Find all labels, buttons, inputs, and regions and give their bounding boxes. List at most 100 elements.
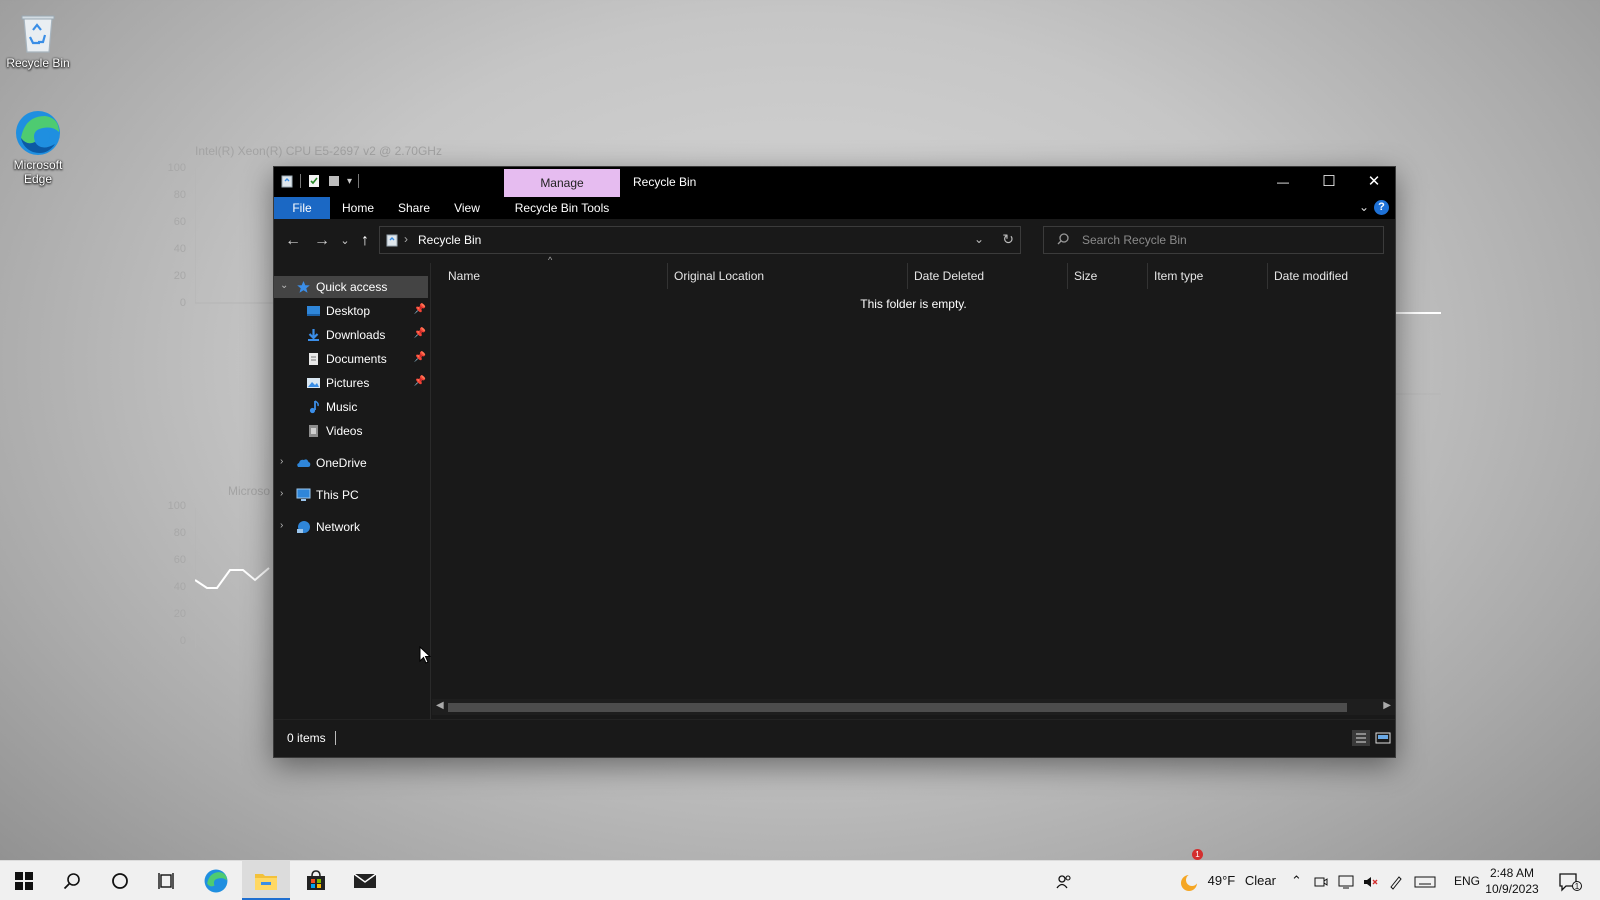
empty-folder-message: This folder is empty. — [860, 297, 967, 311]
collapse-chevron-icon[interactable]: ⌄ — [280, 280, 288, 291]
notification-center-button[interactable]: 1 — [1558, 861, 1582, 900]
address-dropdown-icon[interactable]: ⌄ — [974, 232, 984, 246]
address-bar[interactable]: › Recycle Bin ⌄ ↻ — [379, 226, 1021, 254]
status-divider — [335, 731, 336, 745]
edge-icon — [16, 111, 60, 155]
close-button[interactable]: ✕ — [1351, 167, 1397, 197]
refresh-icon[interactable]: ↻ — [1002, 231, 1014, 248]
bg-axis-tick: 40 — [173, 243, 186, 255]
horizontal-scrollbar[interactable]: ◀ ▶ — [432, 699, 1395, 715]
nav-onedrive[interactable]: › OneDrive — [274, 452, 428, 474]
file-list[interactable]: Name ^ Original Location Date Deleted Si… — [432, 255, 1395, 719]
expand-ribbon-icon[interactable]: ⌄ — [1359, 200, 1369, 214]
recycle-bin-small-icon — [281, 175, 293, 188]
window-title: Recycle Bin — [633, 175, 697, 189]
large-icons-view-icon[interactable] — [1374, 730, 1392, 746]
documents-folder-icon — [309, 353, 318, 365]
input-language[interactable]: ENG — [1454, 861, 1480, 900]
desktop-icon-edge[interactable]: Microsoft Edge — [0, 108, 76, 186]
nav-quick-access[interactable]: ⌄ Quick access — [274, 276, 428, 298]
tab-share[interactable]: Share — [389, 197, 439, 219]
tab-file[interactable]: File — [274, 197, 330, 219]
search-icon — [1057, 233, 1069, 245]
weather-widget[interactable]: 1 49°F Clear — [1178, 849, 1276, 900]
new-folder-icon[interactable] — [327, 174, 341, 188]
tab-recycle-bin-tools[interactable]: Recycle Bin Tools — [504, 197, 620, 219]
meet-now-icon[interactable] — [1313, 874, 1329, 890]
network-status-icon[interactable] — [1337, 874, 1355, 890]
nav-label: OneDrive — [316, 456, 367, 470]
people-button[interactable] — [1055, 861, 1073, 900]
column-header-name[interactable]: Name — [442, 263, 668, 289]
bg-axis-tick: 20 — [173, 608, 186, 620]
tray-icons — [1313, 861, 1436, 900]
taskbar-store[interactable] — [292, 861, 340, 900]
desktop-folder-icon — [307, 306, 320, 316]
column-header-item-type[interactable]: Item type — [1148, 263, 1268, 289]
bg-widget-axis: 100 80 60 40 20 0 — [160, 500, 186, 647]
clock-date: 10/9/2023 — [1485, 882, 1539, 896]
help-button[interactable]: ? — [1374, 200, 1389, 215]
title-bar[interactable]: ▾ Manage Recycle Bin — ☐ ✕ — [274, 167, 1395, 197]
tab-manage[interactable]: Manage — [504, 169, 620, 197]
nav-pictures[interactable]: Pictures 📌 — [274, 372, 428, 394]
nav-documents[interactable]: Documents 📌 — [274, 348, 428, 370]
column-header-size[interactable]: Size — [1068, 263, 1148, 289]
expand-chevron-icon[interactable]: › — [280, 456, 283, 467]
bg-widget-title: Microso — [228, 484, 271, 498]
show-hidden-icons-button[interactable]: ⌃ — [1291, 861, 1302, 900]
expand-chevron-icon[interactable]: › — [280, 520, 283, 531]
column-header-date-deleted[interactable]: Date Deleted — [908, 263, 1068, 289]
scroll-right-icon[interactable]: ▶ — [1383, 700, 1391, 711]
properties-icon[interactable] — [307, 174, 321, 188]
taskbar-mail[interactable] — [341, 861, 389, 900]
address-bar-row: ← → ⌄ ↑ › Recycle Bin ⌄ ↻ — [274, 219, 1395, 263]
back-button[interactable]: ← — [282, 230, 304, 252]
recent-locations-chevron-icon[interactable]: ⌄ — [334, 230, 356, 252]
minimize-button[interactable]: — — [1260, 167, 1306, 197]
nav-desktop[interactable]: Desktop 📌 — [274, 300, 428, 322]
mouse-pointer-icon — [419, 646, 431, 664]
cortana-button[interactable] — [96, 861, 144, 900]
nav-network[interactable]: › Network — [274, 516, 428, 538]
taskbar-search-button[interactable] — [48, 861, 96, 900]
clock[interactable]: 2:48 AM 10/9/2023 — [1484, 865, 1540, 897]
breadcrumb-recycle-bin[interactable]: Recycle Bin — [418, 233, 481, 247]
start-button[interactable] — [0, 861, 48, 900]
pen-ink-icon[interactable] — [1388, 874, 1404, 890]
bg-axis-tick: 0 — [179, 297, 186, 309]
bg-axis-tick: 100 — [167, 162, 186, 174]
up-button[interactable]: ↑ — [354, 230, 376, 252]
weather-condition: Clear — [1244, 873, 1276, 888]
file-explorer-window[interactable]: ▾ Manage Recycle Bin — ☐ ✕ File Home Sha… — [273, 166, 1396, 758]
nav-downloads[interactable]: Downloads 📌 — [274, 324, 428, 346]
taskbar-file-explorer[interactable] — [242, 861, 290, 900]
expand-chevron-icon[interactable]: › — [280, 488, 283, 499]
nav-label: Downloads — [326, 328, 386, 342]
column-header-date-modified[interactable]: Date modified — [1268, 263, 1388, 289]
file-explorer-icon — [255, 874, 277, 890]
details-view-icon[interactable] — [1352, 730, 1370, 746]
clock-time: 2:48 AM — [1489, 866, 1535, 880]
scroll-left-icon[interactable]: ◀ — [436, 700, 444, 711]
nav-videos[interactable]: Videos — [274, 420, 428, 442]
search-input[interactable] — [1082, 231, 1372, 249]
nav-music[interactable]: Music — [274, 396, 428, 418]
customize-qat-icon[interactable]: ▾ — [347, 176, 352, 187]
search-box[interactable] — [1043, 226, 1384, 254]
touch-keyboard-icon[interactable] — [1414, 874, 1436, 890]
nav-label: Pictures — [326, 376, 370, 390]
maximize-button[interactable]: ☐ — [1306, 167, 1352, 197]
scrollbar-thumb[interactable] — [448, 703, 1347, 712]
nav-this-pc[interactable]: › This PC — [274, 484, 428, 506]
tab-home[interactable]: Home — [333, 197, 383, 219]
cortana-icon — [112, 873, 128, 889]
tab-view[interactable]: View — [444, 197, 490, 219]
taskbar-edge[interactable] — [192, 861, 240, 900]
volume-muted-icon[interactable] — [1362, 874, 1380, 890]
desktop-icon-recycle-bin[interactable]: Recycle Bin — [0, 8, 76, 70]
quick-access-toolbar: ▾ — [280, 174, 360, 188]
task-view-button[interactable] — [144, 861, 192, 900]
column-header-original-location[interactable]: Original Location — [668, 263, 908, 289]
forward-button[interactable]: → — [311, 230, 333, 252]
